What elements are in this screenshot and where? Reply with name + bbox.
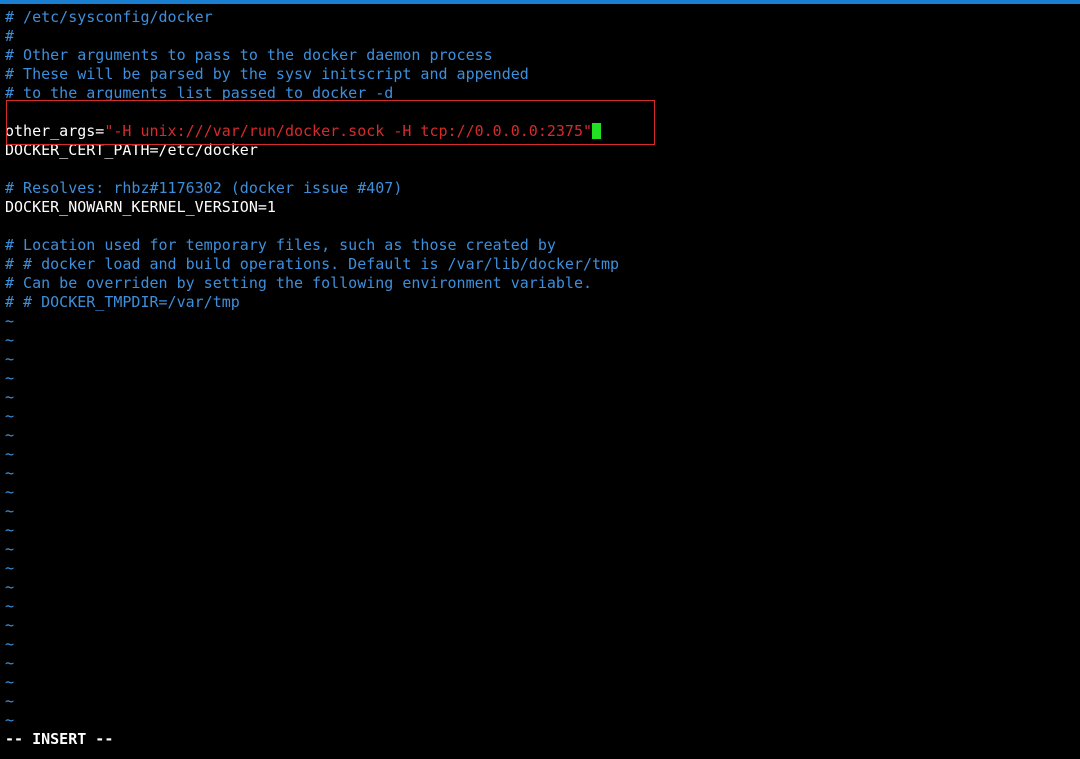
comment-line: # Can be overriden by setting the follow… <box>5 274 592 292</box>
comment-line: # <box>5 27 15 45</box>
comment-line: # # docker load and build operations. De… <box>5 255 620 273</box>
comment-line: # Resolves: rhbz#1176302 (docker issue #… <box>5 179 403 197</box>
empty-line-tilde: ~ <box>5 312 15 330</box>
comment-line: # These will be parsed by the sysv inits… <box>5 65 529 83</box>
empty-line-tilde: ~ <box>5 578 15 596</box>
comment-line: # # DOCKER_TMPDIR=/var/tmp <box>5 293 240 311</box>
empty-line-tilde: ~ <box>5 426 15 444</box>
config-line: DOCKER_NOWARN_KERNEL_VERSION=1 <box>5 198 276 216</box>
empty-line-tilde: ~ <box>5 711 15 729</box>
empty-line-tilde: ~ <box>5 673 15 691</box>
comment-line: # /etc/sysconfig/docker <box>5 8 213 26</box>
window-top-border <box>0 0 1080 4</box>
empty-line-tilde: ~ <box>5 654 15 672</box>
empty-line-markers: ~ ~ ~ ~ ~ ~ ~ ~ ~ ~ ~ ~ ~ ~ ~ ~ ~ ~ ~ ~ ~ ~ <box>5 312 1075 730</box>
empty-line-tilde: ~ <box>5 559 15 577</box>
empty-line-tilde: ~ <box>5 464 15 482</box>
empty-line-tilde: ~ <box>5 502 15 520</box>
empty-line-tilde: ~ <box>5 635 15 653</box>
empty-line-tilde: ~ <box>5 616 15 634</box>
empty-line-tilde: ~ <box>5 331 15 349</box>
empty-line-tilde: ~ <box>5 369 15 387</box>
vim-mode-indicator: -- INSERT -- <box>5 730 114 748</box>
empty-line-tilde: ~ <box>5 407 15 425</box>
empty-line-tilde: ~ <box>5 540 15 558</box>
empty-line-tilde: ~ <box>5 445 15 463</box>
empty-line-tilde: ~ <box>5 483 15 501</box>
empty-line-tilde: ~ <box>5 521 15 539</box>
empty-line-tilde: ~ <box>5 692 15 710</box>
empty-line-tilde: ~ <box>5 350 15 368</box>
comment-line: # Other arguments to pass to the docker … <box>5 46 493 64</box>
comment-line: # Location used for temporary files, suc… <box>5 236 556 254</box>
empty-line-tilde: ~ <box>5 388 15 406</box>
annotation-highlight-box <box>6 100 655 145</box>
empty-line-tilde: ~ <box>5 597 15 615</box>
